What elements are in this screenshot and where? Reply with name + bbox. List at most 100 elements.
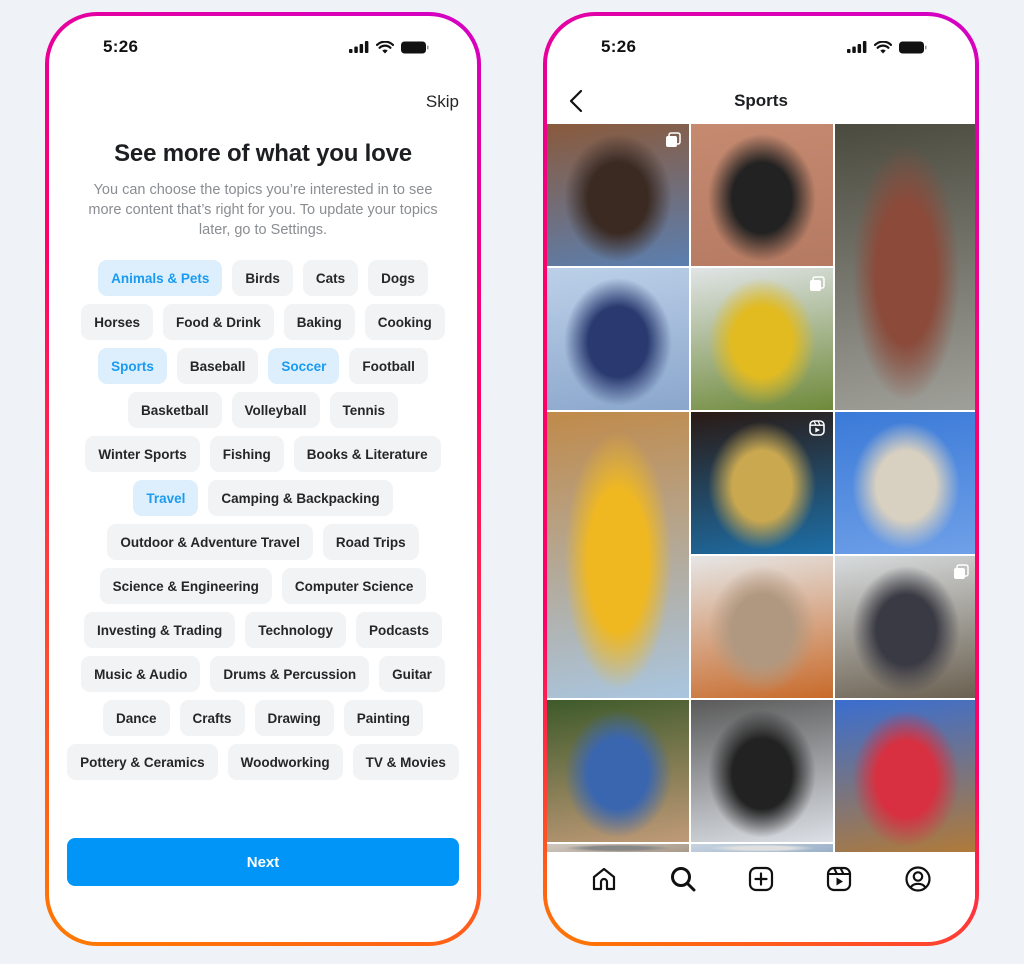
reels-icon bbox=[825, 865, 853, 898]
photo-kid-holding-basketball[interactable] bbox=[835, 700, 975, 852]
status-time: 5:26 bbox=[601, 37, 637, 56]
photo-girl-with-baseball-glove[interactable] bbox=[691, 268, 833, 410]
topic-chip-crafts[interactable]: Crafts bbox=[179, 700, 245, 736]
status-icons bbox=[349, 40, 429, 54]
topic-chip-sports[interactable]: Sports bbox=[98, 348, 167, 384]
page-title: Sports bbox=[734, 91, 788, 110]
chevron-left-icon bbox=[569, 89, 583, 113]
next-button[interactable]: Next bbox=[67, 838, 459, 886]
topic-chip-science-and-engineering[interactable]: Science & Engineering bbox=[99, 568, 272, 604]
photo-basketball-dunk-outdoors[interactable] bbox=[835, 412, 975, 554]
topic-chip-food-and-drink[interactable]: Food & Drink bbox=[163, 304, 274, 340]
home-icon bbox=[590, 865, 618, 898]
topic-chip-outdoor-and-adventure-travel[interactable]: Outdoor & Adventure Travel bbox=[107, 524, 313, 560]
carousel-icon bbox=[809, 276, 825, 292]
reel-icon bbox=[809, 420, 825, 436]
topic-chip-investing-and-trading[interactable]: Investing & Trading bbox=[83, 612, 236, 648]
topic-chip-guitar[interactable]: Guitar bbox=[379, 656, 445, 692]
topic-chip-travel[interactable]: Travel bbox=[133, 480, 199, 516]
wifi-icon bbox=[874, 40, 892, 53]
status-bar: 5:26 bbox=[547, 16, 975, 78]
topic-chip-dance[interactable]: Dance bbox=[102, 700, 170, 736]
photo-person-in-denim-jacket-tying-shoes[interactable] bbox=[547, 124, 689, 266]
phone-frame-onboarding: 5:26 Skip See more of what you love You … bbox=[45, 12, 481, 946]
photo-skateboard-kickflip-on-brick[interactable] bbox=[691, 124, 833, 266]
topic-chip-pottery-and-ceramics[interactable]: Pottery & Ceramics bbox=[67, 744, 218, 780]
status-bar: 5:26 bbox=[49, 16, 477, 78]
topic-chip-animals-and-pets[interactable]: Animals & Pets bbox=[98, 260, 223, 296]
cellular-signal-icon bbox=[847, 41, 867, 53]
topic-chip-books-and-literature[interactable]: Books & Literature bbox=[293, 436, 441, 472]
bottom-tab-bar bbox=[547, 852, 975, 910]
topic-chip-podcasts[interactable]: Podcasts bbox=[356, 612, 443, 648]
topic-chip-camping-and-backpacking[interactable]: Camping & Backpacking bbox=[208, 480, 393, 516]
status-icons bbox=[847, 40, 927, 54]
topic-row: Pottery & Ceramics Woodworking TV & Movies bbox=[63, 744, 463, 780]
tab-reels[interactable] bbox=[819, 861, 859, 901]
topic-chip-technology[interactable]: Technology bbox=[245, 612, 346, 648]
onboarding-screen: 5:26 Skip See more of what you love You … bbox=[49, 16, 477, 942]
carousel-icon bbox=[953, 564, 969, 580]
photo-extra-photo-1[interactable] bbox=[547, 844, 689, 852]
topic-row: Outdoor & Adventure Travel Road Trips bbox=[63, 524, 463, 560]
explore-screen: 5:26 Sports bbox=[547, 16, 975, 942]
topic-row: Dance Crafts Drawing Painting bbox=[63, 700, 463, 736]
topic-row: Winter Sports Fishing Books & Literature bbox=[63, 436, 463, 472]
topic-row: Basketball Volleyball Tennis bbox=[63, 392, 463, 428]
topic-chip-winter-sports[interactable]: Winter Sports bbox=[85, 436, 200, 472]
cellular-signal-icon bbox=[349, 41, 369, 53]
wifi-icon bbox=[376, 40, 394, 53]
topic-chip-horses[interactable]: Horses bbox=[81, 304, 153, 340]
photo-boy-balancing-soccer-ball[interactable] bbox=[547, 412, 689, 698]
topic-chip-dogs[interactable]: Dogs bbox=[368, 260, 428, 296]
topic-chip-volleyball[interactable]: Volleyball bbox=[231, 392, 320, 428]
topic-chip-cats[interactable]: Cats bbox=[302, 260, 359, 296]
topic-chip-woodworking[interactable]: Woodworking bbox=[227, 744, 343, 780]
photo-dancer-leaping-in-hallway[interactable] bbox=[835, 124, 975, 410]
topic-chip-painting[interactable]: Painting bbox=[343, 700, 424, 736]
topic-chip-fishing[interactable]: Fishing bbox=[209, 436, 284, 472]
back-button[interactable] bbox=[569, 89, 583, 118]
battery-icon bbox=[401, 41, 429, 53]
topic-chip-football[interactable]: Football bbox=[349, 348, 428, 384]
topic-chip-road-trips[interactable]: Road Trips bbox=[322, 524, 419, 560]
tab-profile[interactable] bbox=[898, 861, 938, 901]
topic-chip-baking[interactable]: Baking bbox=[283, 304, 355, 340]
topic-row: Travel Camping & Backpacking bbox=[63, 480, 463, 516]
topic-row: Science & Engineering Computer Science bbox=[63, 568, 463, 604]
phone-frame-explore: 5:26 Sports bbox=[543, 12, 979, 946]
search-icon bbox=[669, 865, 697, 898]
topic-chip-baseball[interactable]: Baseball bbox=[176, 348, 259, 384]
skip-button[interactable]: Skip bbox=[426, 92, 459, 112]
topic-chip-drums-and-percussion[interactable]: Drums & Percussion bbox=[210, 656, 370, 692]
nav-header: Sports bbox=[547, 78, 975, 124]
status-time: 5:26 bbox=[103, 37, 139, 56]
topic-row: Animals & Pets Birds Cats Dogs bbox=[63, 260, 463, 296]
topic-chip-computer-science[interactable]: Computer Science bbox=[281, 568, 427, 604]
photo-bmx-rider-on-track[interactable] bbox=[547, 700, 689, 842]
tab-home[interactable] bbox=[584, 861, 624, 901]
photo-runner-with-prosthetic-leg[interactable] bbox=[691, 556, 833, 698]
topic-chip-soccer[interactable]: Soccer bbox=[268, 348, 340, 384]
photo-soccer-trophy[interactable] bbox=[691, 412, 833, 554]
photo-leaping-person-in-forest[interactable] bbox=[835, 556, 975, 698]
topic-chip-tennis[interactable]: Tennis bbox=[329, 392, 399, 428]
photo-extra-photo-2[interactable] bbox=[691, 844, 833, 852]
topic-row: Music & Audio Drums & Percussion Guitar bbox=[63, 656, 463, 692]
topic-chip-drawing[interactable]: Drawing bbox=[254, 700, 334, 736]
carousel-icon bbox=[665, 132, 681, 148]
photo-grid bbox=[547, 124, 975, 852]
topic-chip-list: Animals & Pets Birds Cats Dogs Horses Food & … bbox=[63, 260, 463, 780]
topic-chip-basketball[interactable]: Basketball bbox=[127, 392, 222, 428]
battery-icon bbox=[899, 41, 927, 53]
tab-create[interactable] bbox=[741, 861, 781, 901]
topic-chip-tv-and-movies[interactable]: TV & Movies bbox=[352, 744, 459, 780]
page-subtitle: You can choose the topics you’re interes… bbox=[88, 182, 438, 238]
photo-skateboarder-shadow[interactable] bbox=[691, 700, 833, 842]
photo-two-skaters-against-sky[interactable] bbox=[547, 268, 689, 410]
topic-chip-music-and-audio[interactable]: Music & Audio bbox=[81, 656, 201, 692]
topic-row: Horses Food & Drink Baking Cooking bbox=[63, 304, 463, 340]
topic-chip-cooking[interactable]: Cooking bbox=[364, 304, 445, 340]
tab-search[interactable] bbox=[663, 861, 703, 901]
topic-chip-birds[interactable]: Birds bbox=[232, 260, 293, 296]
